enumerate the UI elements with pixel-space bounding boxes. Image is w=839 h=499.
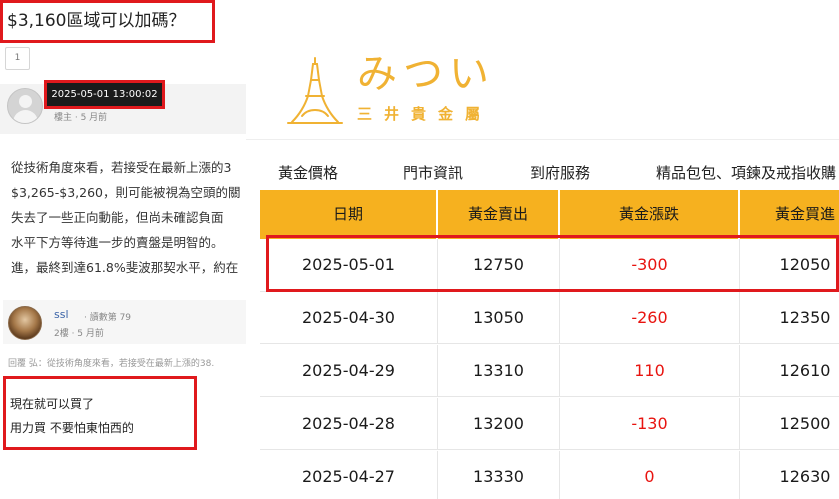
brand-name-japanese: みつい: [357, 51, 495, 97]
post-body-line: $3,265-$3,260，則可能被視為空頭的關: [11, 185, 241, 200]
cell-sell: 13330: [438, 451, 560, 499]
cell-date: 2025-04-29: [260, 345, 438, 397]
table-row: 2025-04-30 13050 -260 12350: [260, 292, 839, 344]
column-header-date: 日期: [260, 190, 438, 239]
avatar[interactable]: [7, 88, 43, 124]
cell-change: -260: [560, 292, 740, 344]
table-header: 日期 黃金賣出 黃金漲跌 黃金買進: [260, 190, 839, 239]
reply-body-line: 現在就可以買了: [10, 397, 95, 411]
cell-sell: 13200: [438, 398, 560, 450]
cell-buy: 12350: [779, 308, 831, 327]
site-header: みつい 三井貴金屬: [246, 0, 839, 140]
avatar-head-shape: [19, 95, 32, 108]
cell-sell: 12750: [438, 239, 560, 291]
avatar-body-shape: [13, 110, 38, 123]
cell-change: -130: [560, 398, 740, 450]
cell-change: 110: [560, 345, 740, 397]
post-meta: 樓主 · 5 月前: [54, 113, 108, 123]
gold-price-table: 日期 黃金賣出 黃金漲跌 黃金買進 2025-05-01 12750 -300 …: [260, 190, 839, 499]
post-body-line: 水平下方等待進一步的賣盤是明智的。: [11, 235, 224, 250]
thread-title: $3,160區域可以加碼？: [0, 0, 215, 43]
column-header-buy: 黃金買進: [774, 205, 835, 223]
reply-body-line: 用力買 不要怕東怕西的: [10, 421, 134, 435]
post-body: 從技術角度來看，若接受在最新上漲的3 $3,265-$3,260，則可能被視為空…: [11, 155, 261, 280]
column-header-sell: 黃金賣出: [438, 190, 560, 239]
reply-avatar[interactable]: [8, 306, 42, 340]
reply-views: · 讀數第 79: [84, 313, 132, 323]
cell-buy: 12630: [779, 467, 831, 486]
forum-panel: $3,160區域可以加碼？ 1 2025-05-01 13:00:02 樓主 ·…: [0, 0, 262, 499]
cell-change: 0: [560, 451, 740, 499]
brand-name-chinese: 三井貴金屬: [357, 105, 493, 123]
cell-sell: 13050: [438, 292, 560, 344]
cell-change: -300: [560, 239, 740, 291]
column-header-change: 黃金漲跌: [560, 190, 740, 239]
table-row: 2025-05-01 12750 -300 12050: [260, 239, 839, 292]
cell-sell: 13310: [438, 345, 560, 397]
cell-buy: 12050: [779, 255, 831, 274]
page-button[interactable]: 1: [5, 47, 30, 70]
reply-username-link[interactable]: ssl: [54, 308, 69, 321]
table-row: 2025-04-29 13310 110 12610: [260, 345, 839, 397]
nav-luxury-buyback[interactable]: 精品包包、項鍊及戒指收購: [656, 162, 836, 183]
post-timestamp-text: 2025-05-01 13:00:02: [51, 89, 158, 100]
cell-buy: 12610: [779, 361, 831, 380]
reply-body: 現在就可以買了 用力買 不要怕東怕西的: [10, 392, 134, 440]
nav-gold-price[interactable]: 黃金價格: [278, 162, 338, 183]
cell-date: 2025-04-28: [260, 398, 438, 450]
post-body-line: 進，最終到達61.8%斐波那契水平，約在: [11, 260, 239, 275]
cell-date: 2025-04-30: [260, 292, 438, 344]
eiffel-tower-logo-icon[interactable]: [286, 56, 344, 126]
post-body-line: 失去了一些正向動能，但尚未確認負面: [11, 210, 224, 225]
cell-date: 2025-04-27: [260, 451, 438, 499]
header-divider: [246, 139, 839, 140]
table-row: 2025-04-28 13200 -130 12500: [260, 398, 839, 450]
nav-store-info[interactable]: 門市資訊: [403, 162, 463, 183]
reply-meta: 2樓 · 5 月前: [54, 329, 104, 339]
post-timestamp: 2025-05-01 13:00:02: [44, 80, 165, 109]
cell-buy: 12500: [779, 414, 831, 433]
post-body-line: 從技術角度來看，若接受在最新上漲的3: [11, 160, 232, 175]
cell-date: 2025-05-01: [260, 239, 438, 291]
reply-quote: 回覆 弘：從技術角度來看，若接受在最新上漲的38.: [8, 359, 215, 369]
table-row: 2025-04-27 13330 0 12630: [260, 451, 839, 499]
nav-home-service[interactable]: 到府服務: [530, 162, 590, 183]
